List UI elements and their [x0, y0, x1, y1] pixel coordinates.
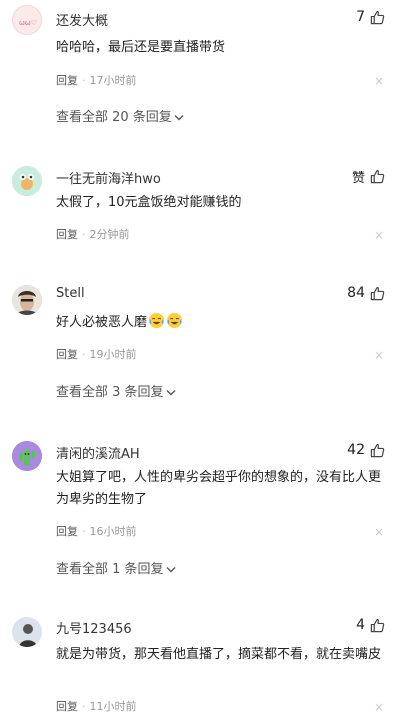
comment-meta: 回复 · 2分钟前	[56, 226, 130, 242]
like-label: 赞	[351, 171, 365, 186]
like-count: 84	[347, 285, 365, 301]
thumbs-up-icon	[370, 286, 385, 300]
username[interactable]: Stell	[56, 286, 85, 301]
comment-text-content: 好人必被恶人磨	[56, 315, 148, 330]
close-icon[interactable]: ×	[374, 525, 384, 539]
meta-separator: ·	[82, 525, 86, 538]
avatar[interactable]	[12, 166, 42, 196]
close-icon[interactable]: ×	[374, 700, 384, 714]
comment-text: 太假了，10元盒饭绝对能赚钱的	[56, 195, 242, 210]
comment-text: 大姐算了吧，人性的卑劣会超乎你的想象的，没有比人更为卑劣的生物了	[56, 470, 382, 507]
avatar[interactable]	[12, 617, 42, 647]
comment-text: 好人必被恶人磨	[56, 312, 386, 334]
reply-button[interactable]: 回复	[56, 700, 78, 713]
view-all-replies-button[interactable]: 查看全部 1 条回复	[56, 558, 176, 577]
avatar[interactable]	[12, 441, 42, 471]
like-count: 42	[347, 442, 365, 458]
username[interactable]: 一往无前海洋hwo	[56, 168, 161, 187]
thumbs-up-icon	[370, 618, 385, 632]
close-icon[interactable]: ×	[374, 348, 384, 362]
crying-laughing-emoji-icon	[166, 312, 183, 329]
timestamp: 19小时前	[89, 348, 137, 361]
avatar[interactable]: ωω♡	[12, 5, 42, 35]
thumbs-up-icon	[370, 169, 385, 184]
like-button[interactable]: 4	[356, 617, 385, 633]
reply-button[interactable]: 回复	[56, 525, 78, 538]
chevron-down-icon	[166, 390, 176, 396]
reply-button[interactable]: 回复	[56, 228, 78, 241]
thumbs-up-icon	[370, 443, 385, 457]
like-count: 7	[356, 9, 365, 25]
comment-text: 哈哈哈，最后还是要直播带货	[56, 40, 226, 55]
comment-meta: 回复 · 11小时前	[56, 698, 137, 714]
close-icon[interactable]: ×	[374, 74, 384, 88]
chevron-down-icon	[174, 115, 184, 121]
thumbs-up-icon	[370, 10, 385, 24]
view-all-replies-label: 查看全部 20 条回复	[56, 110, 172, 125]
view-all-replies-label: 查看全部 3 条回复	[56, 385, 164, 400]
meta-separator: ·	[82, 700, 86, 713]
meta-separator: ·	[82, 74, 86, 87]
chevron-down-icon	[166, 567, 176, 573]
meta-separator: ·	[82, 348, 86, 361]
timestamp: 2分钟前	[89, 228, 130, 241]
comment-meta: 回复 · 16小时前	[56, 523, 137, 539]
timestamp: 11小时前	[89, 700, 137, 713]
username[interactable]: 九号123456	[56, 618, 132, 637]
username[interactable]: 还发大概	[56, 10, 108, 29]
close-icon[interactable]: ×	[374, 228, 384, 242]
comment-meta: 回复 · 19小时前	[56, 346, 137, 362]
reply-button[interactable]: 回复	[56, 74, 78, 87]
like-button[interactable]: 赞	[352, 167, 385, 186]
username[interactable]: 清闲的溪流AH	[56, 443, 140, 462]
like-button[interactable]: 7	[356, 9, 385, 25]
comment-text: 就是为带货，那天看他直播了，摘菜都不看，就在卖嘴皮	[56, 647, 382, 662]
view-all-replies-button[interactable]: 查看全部 20 条回复	[56, 106, 184, 125]
meta-separator: ·	[82, 228, 86, 241]
view-all-replies-button[interactable]: 查看全部 3 条回复	[56, 381, 176, 400]
timestamp: 16小时前	[89, 525, 137, 538]
like-button[interactable]: 84	[347, 285, 385, 301]
view-all-replies-label: 查看全部 1 条回复	[56, 562, 164, 577]
timestamp: 17小时前	[89, 74, 137, 87]
svg-text:ωω♡: ωω♡	[19, 19, 37, 27]
comment-meta: 回复 · 17小时前	[56, 72, 137, 88]
like-button[interactable]: 42	[347, 442, 385, 458]
reply-button[interactable]: 回复	[56, 348, 78, 361]
like-count: 4	[356, 617, 365, 633]
avatar[interactable]	[12, 285, 42, 315]
crying-laughing-emoji-icon	[148, 312, 165, 329]
